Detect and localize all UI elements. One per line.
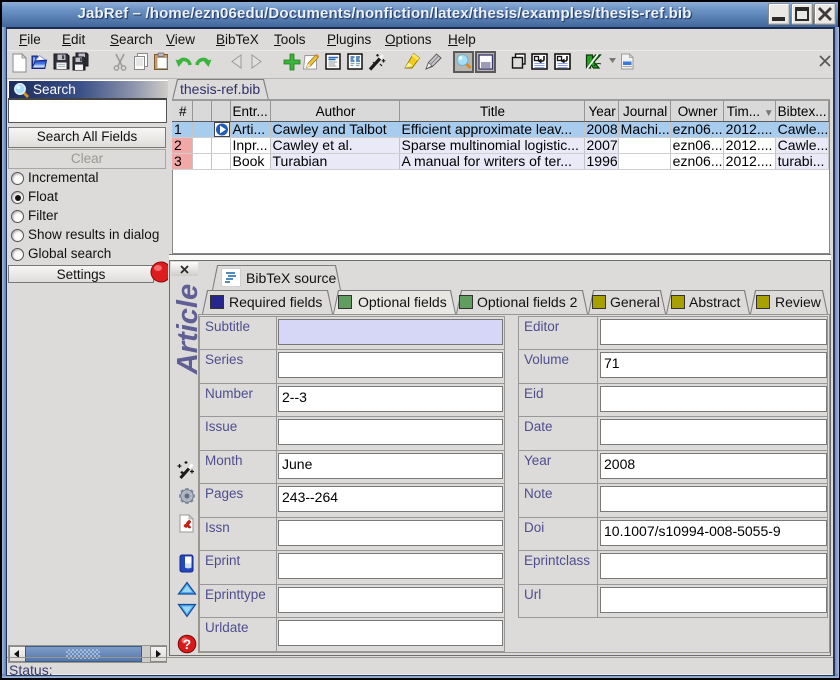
svg-text:?: ? <box>183 637 191 652</box>
